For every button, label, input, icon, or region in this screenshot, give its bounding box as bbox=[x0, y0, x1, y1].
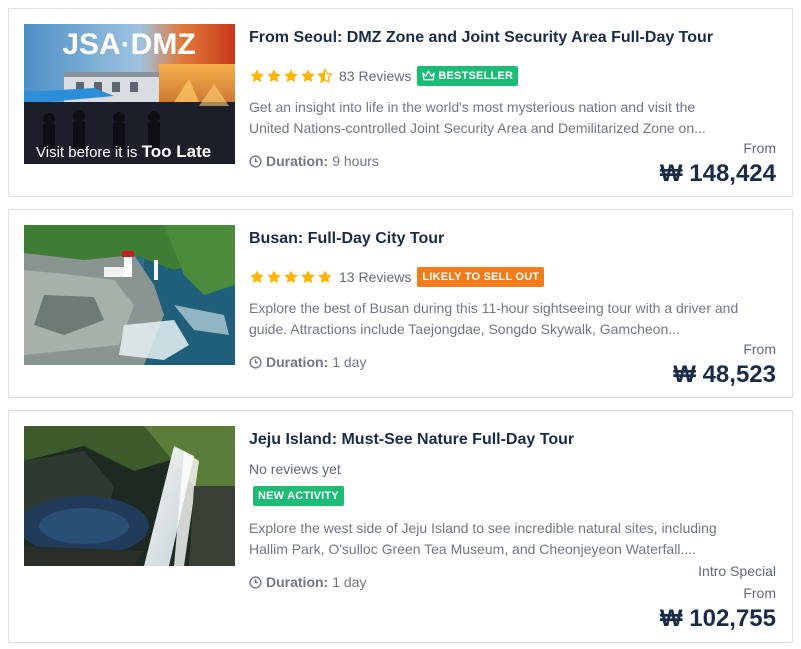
duration-value: 9 hours bbox=[332, 153, 379, 169]
tour-image-dmz[interactable]: JSA·DMZ Visit before it is Too Late bbox=[24, 24, 235, 164]
busan-photo bbox=[24, 225, 235, 365]
price-value: ₩ 148,424 bbox=[659, 160, 776, 187]
duration-label: Duration: bbox=[266, 153, 329, 169]
duration-value: 1 day bbox=[332, 574, 367, 590]
description-line: Explore the west side of Jeju Island to … bbox=[249, 520, 717, 536]
star-icon bbox=[301, 270, 315, 283]
badge-label: NEW ACTIVITY bbox=[258, 490, 339, 502]
clock-icon bbox=[249, 154, 262, 168]
star-icon bbox=[284, 270, 298, 283]
review-count[interactable]: 13 Reviews bbox=[339, 269, 411, 285]
crown-icon bbox=[422, 70, 436, 81]
star-icon bbox=[318, 270, 332, 283]
description-line: guide. Attractions include Taejongdae, S… bbox=[249, 321, 680, 337]
clock-icon bbox=[249, 575, 262, 589]
price-block: Intro Special From ₩ 102,755 bbox=[660, 560, 776, 634]
star-icon bbox=[301, 69, 315, 82]
svg-text:Visit before it is Too Late: Visit before it is Too Late bbox=[36, 142, 211, 161]
badge-row: NEW ACTIVITY bbox=[253, 486, 344, 506]
tour-description: Get an insight into life in the world's … bbox=[249, 97, 779, 139]
star-rating bbox=[249, 68, 333, 84]
review-count[interactable]: 83 Reviews bbox=[339, 68, 411, 84]
duration-label: Duration: bbox=[266, 574, 329, 590]
star-rating bbox=[249, 269, 333, 285]
price-value: ₩ 102,755 bbox=[659, 605, 776, 632]
intro-special-label: Intro Special bbox=[698, 563, 776, 579]
duration-label: Duration: bbox=[266, 354, 329, 370]
price-block: From ₩ 48,523 bbox=[673, 338, 776, 390]
likely-to-sell-out-badge: LIKELY TO SELL OUT bbox=[417, 267, 545, 287]
image-caption-bold: Too Late bbox=[142, 142, 212, 161]
tour-description: Explore the best of Busan during this 11… bbox=[249, 298, 779, 340]
duration-value: 1 day bbox=[332, 354, 367, 370]
description-line: Get an insight into life in the world's … bbox=[249, 99, 696, 115]
badge-label: BESTSELLER bbox=[438, 70, 514, 82]
image-caption-top: JSA·DMZ bbox=[62, 28, 195, 61]
tour-image-jeju[interactable] bbox=[24, 426, 235, 566]
duration: Duration: 1 day bbox=[249, 574, 366, 590]
price-from-label: From bbox=[743, 585, 776, 601]
dmz-photo: JSA·DMZ Visit before it is Too Late bbox=[24, 24, 235, 164]
tour-title[interactable]: From Seoul: DMZ Zone and Joint Security … bbox=[249, 29, 713, 47]
description-line: Explore the best of Busan during this 11… bbox=[249, 300, 739, 316]
star-icon bbox=[267, 270, 281, 283]
price-block: From ₩ 148,424 bbox=[660, 137, 776, 189]
jeju-photo bbox=[24, 426, 235, 566]
half-star-icon bbox=[317, 68, 333, 84]
tour-title[interactable]: Jeju Island: Must-See Nature Full-Day To… bbox=[249, 431, 574, 449]
description-line: United Nations-controlled Joint Security… bbox=[249, 120, 706, 136]
image-caption-bottom: Visit before it is bbox=[36, 144, 137, 161]
badge-label: LIKELY TO SELL OUT bbox=[422, 271, 540, 283]
rating-row: 83 Reviews BESTSELLER bbox=[249, 65, 519, 87]
price-value: ₩ 48,523 bbox=[673, 361, 776, 388]
new-activity-badge: NEW ACTIVITY bbox=[253, 486, 344, 506]
price-from-label: From bbox=[743, 341, 776, 357]
bestseller-badge: BESTSELLER bbox=[417, 66, 519, 86]
tour-card-dmz[interactable]: JSA·DMZ Visit before it is Too Late From… bbox=[8, 8, 793, 197]
clock-icon bbox=[249, 355, 262, 369]
price-from-label: From bbox=[743, 140, 776, 156]
star-icon bbox=[267, 69, 281, 82]
duration: Duration: 9 hours bbox=[249, 153, 379, 169]
tour-image-busan[interactable] bbox=[24, 225, 235, 365]
duration: Duration: 1 day bbox=[249, 354, 366, 370]
tour-card-jeju[interactable]: Jeju Island: Must-See Nature Full-Day To… bbox=[8, 410, 793, 643]
star-icon bbox=[284, 69, 298, 82]
tour-description: Explore the west side of Jeju Island to … bbox=[249, 518, 779, 560]
tour-title[interactable]: Busan: Full-Day City Tour bbox=[249, 230, 444, 248]
star-icon bbox=[250, 69, 264, 82]
rating-row: 13 Reviews LIKELY TO SELL OUT bbox=[249, 266, 545, 288]
no-reviews-text: No reviews yet bbox=[249, 461, 341, 477]
tour-card-busan[interactable]: Busan: Full-Day City Tour 13 Reviews LIK… bbox=[8, 209, 793, 398]
star-icon bbox=[250, 270, 264, 283]
description-line: Hallim Park, O'sulloc Green Tea Museum, … bbox=[249, 541, 696, 557]
